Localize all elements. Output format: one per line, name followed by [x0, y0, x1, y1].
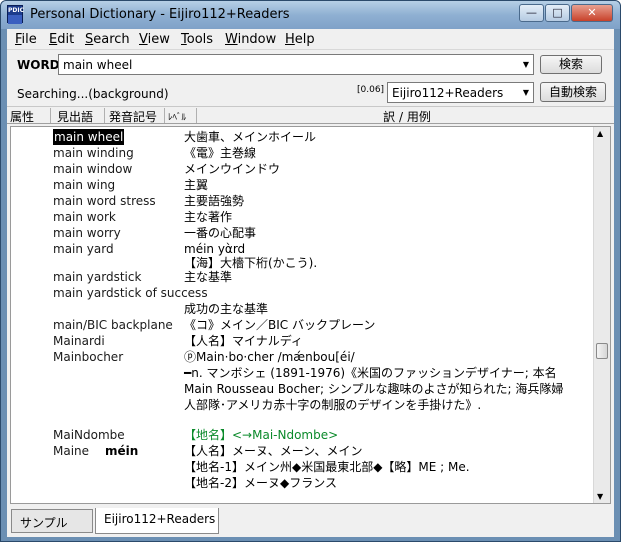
search-button[interactable]: 検索	[540, 55, 602, 74]
menu-edit[interactable]: Edit	[49, 32, 74, 47]
vertical-scrollbar[interactable]: ▲ ▼	[593, 127, 610, 503]
title-bar[interactable]: PDIC Personal Dictionary - Eijiro112+Rea…	[1, 1, 620, 29]
translation: 【地名-1】メイン州◆米国最東北部◆【略】ME ; Me.	[184, 460, 470, 474]
headword: main yardstick of success	[53, 286, 208, 300]
menu-view[interactable]: View	[139, 32, 170, 47]
menu-help[interactable]: Help	[285, 32, 315, 47]
column-translation[interactable]: 訳 / 用例	[197, 108, 614, 124]
column-attr[interactable]: 属性	[7, 108, 51, 124]
column-headword[interactable]: 見出語	[51, 108, 105, 124]
search-toolbar: WORD main wheel ▼ 検索	[7, 51, 614, 78]
tab-sample[interactable]: サンプル	[11, 509, 93, 533]
translation: メインウインドウ	[184, 162, 281, 176]
headword: main wing	[53, 178, 116, 192]
search-timing: [0.06]	[357, 85, 385, 95]
pronunciation: méin	[105, 444, 139, 458]
headword: MaiNdombe	[53, 428, 125, 442]
scroll-down-icon[interactable]: ▼	[597, 492, 603, 501]
scroll-up-icon[interactable]: ▲	[597, 129, 603, 138]
translation: 【人名】マイナルディ	[184, 334, 303, 348]
app-window: PDIC Personal Dictionary - Eijiro112+Rea…	[0, 0, 621, 542]
app-icon: PDIC	[7, 5, 24, 24]
translation: 人部隊･アメリカ赤十字の制服のデザインを手掛けた》.	[184, 398, 482, 412]
translation: 《コ》メイン／BIC バックプレーン	[184, 318, 376, 332]
auto-search-button[interactable]: 自動検索	[540, 82, 606, 102]
headword-selected: main wheel	[53, 129, 125, 145]
translation: ⓟMain·bo·cher /mǽnbou[éi/	[184, 350, 355, 364]
menu-tools[interactable]: Tools	[181, 32, 213, 47]
translation: 【地名】<→Mai-Ndombe>	[184, 428, 339, 442]
headword: main yardstick	[53, 270, 142, 284]
scroll-thumb[interactable]	[596, 343, 608, 359]
chevron-down-icon[interactable]: ▼	[523, 60, 529, 69]
column-header: 属性 見出語 発音記号 ﾚﾍﾞﾙ 訳 / 用例	[7, 106, 614, 124]
headword: main word stress	[53, 194, 156, 208]
tab-eijiro[interactable]: Eijiro112+Readers	[95, 508, 219, 534]
close-button[interactable]: ✕	[571, 4, 613, 22]
word-input[interactable]: main wheel ▼	[58, 54, 534, 75]
translation: ━n. マンボシェ (1891-1976)《米国のファッションデザイナー; 本名	[184, 366, 557, 380]
maximize-button[interactable]: □	[545, 4, 570, 22]
headword: Maine	[53, 444, 90, 458]
dictionary-select-value: Eijiro112+Readers	[392, 86, 504, 100]
menu-window[interactable]: Window	[225, 32, 276, 47]
headword: main work	[53, 210, 116, 224]
translation: 《電》主巻線	[184, 146, 257, 160]
translation: Main Rousseau Bocher; シンプルな趣味のよさが知られた; 海…	[184, 382, 564, 396]
translation: 主要語強勢	[184, 194, 245, 208]
client-area: File Edit Search View Tools Window Help …	[7, 29, 614, 537]
chevron-down-icon[interactable]: ▼	[523, 88, 529, 97]
headword: main window	[53, 162, 133, 176]
translation: 主な著作	[184, 210, 233, 224]
translation: 主翼	[184, 178, 209, 192]
headword: main winding	[53, 146, 134, 160]
search-status: Searching...(background)	[17, 87, 169, 101]
translation: 【人名】メーヌ、メーン、メイン	[184, 444, 363, 458]
headword: main yard	[53, 242, 114, 256]
menu-file[interactable]: File	[15, 32, 37, 47]
translation: 主な基準	[184, 270, 233, 284]
translation: 成功の主な基準	[184, 302, 269, 316]
headword: Mainbocher	[53, 350, 124, 364]
results-list[interactable]: main wheel 大歯車、メインホイール main winding 《電》主…	[10, 126, 611, 504]
dictionary-select[interactable]: Eijiro112+Readers ▼	[387, 82, 534, 103]
menu-search[interactable]: Search	[85, 32, 130, 47]
column-pronunciation[interactable]: 発音記号	[105, 108, 165, 124]
translation: 一番の心配事	[184, 226, 257, 240]
menu-bar: File Edit Search View Tools Window Help	[7, 29, 614, 50]
status-row: Searching...(background) [0.06] Eijiro11…	[7, 80, 614, 106]
headword: main/BIC backplane	[53, 318, 173, 332]
column-level[interactable]: ﾚﾍﾞﾙ	[165, 108, 197, 123]
word-input-value: main wheel	[63, 58, 133, 72]
headword: Mainardi	[53, 334, 105, 348]
translation: 大歯車、メインホイール	[184, 130, 317, 144]
word-label: WORD	[17, 58, 60, 72]
window-title: Personal Dictionary - Eijiro112+Readers	[30, 7, 290, 22]
minimize-button[interactable]: —	[519, 4, 544, 22]
headword: main worry	[53, 226, 121, 240]
translation: 【地名-2】メーヌ◆フランス	[184, 476, 337, 490]
tab-bar: サンプル Eijiro112+Readers	[7, 506, 614, 534]
